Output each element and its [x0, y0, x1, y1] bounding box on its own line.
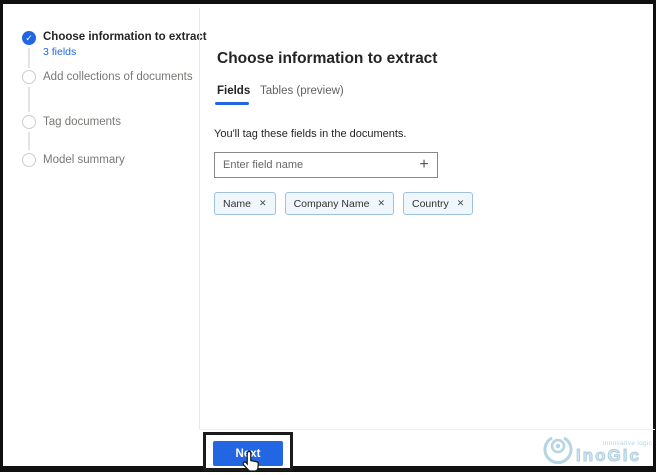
- sidebar-item-choose-information[interactable]: Choose information to extract: [43, 30, 207, 44]
- sidebar-item-model-summary: Model summary: [43, 153, 125, 167]
- tag-label: Company Name: [294, 198, 370, 210]
- tag-label: Country: [412, 198, 449, 210]
- next-button[interactable]: Next: [213, 441, 283, 466]
- step-pending-icon: [22, 153, 36, 167]
- app-window: ✓ Choose information to extract 3 fields…: [0, 0, 656, 472]
- plus-icon: +: [419, 156, 428, 173]
- stepper-connector: [28, 87, 30, 112]
- active-tab-underline: [215, 102, 249, 105]
- field-tags-row: Name ✕ Company Name ✕ Country ✕: [214, 192, 473, 215]
- step-pending-icon: [22, 115, 36, 129]
- sidebar-divider: [199, 8, 200, 429]
- add-field-button[interactable]: +: [411, 156, 437, 174]
- remove-tag-icon[interactable]: ✕: [457, 198, 465, 209]
- field-tag-company-name: Company Name ✕: [285, 192, 394, 215]
- watermark-brand: inoGic: [576, 446, 641, 466]
- stepper-connector: [28, 48, 30, 68]
- remove-tag-icon[interactable]: ✕: [377, 198, 385, 209]
- field-name-input-group: +: [214, 152, 438, 178]
- remove-tag-icon[interactable]: ✕: [259, 198, 267, 209]
- inogic-logo-icon: [543, 434, 573, 468]
- step-fields-count[interactable]: 3 fields: [43, 46, 76, 58]
- footer-divider: [199, 429, 655, 430]
- sidebar-item-tag-documents: Tag documents: [43, 115, 121, 129]
- field-tag-name: Name ✕: [214, 192, 276, 215]
- sidebar-item-add-collections: Add collections of documents: [43, 70, 193, 84]
- step-done-icon: ✓: [22, 31, 36, 45]
- step-pending-icon: [22, 70, 36, 84]
- field-name-input[interactable]: [215, 159, 411, 171]
- check-icon: ✓: [25, 33, 33, 43]
- inogic-watermark: innovative logic inoGic: [543, 434, 655, 470]
- tab-tables-preview[interactable]: Tables (preview): [260, 85, 344, 97]
- tag-label: Name: [223, 198, 251, 210]
- tag-fields-description: You'll tag these fields in the documents…: [214, 128, 406, 140]
- tab-fields[interactable]: Fields: [217, 85, 250, 97]
- wizard-stepper: ✓ Choose information to extract 3 fields…: [6, 8, 199, 429]
- stepper-connector: [28, 132, 30, 150]
- page-title: Choose information to extract: [217, 50, 437, 68]
- field-tag-country: Country ✕: [403, 192, 473, 215]
